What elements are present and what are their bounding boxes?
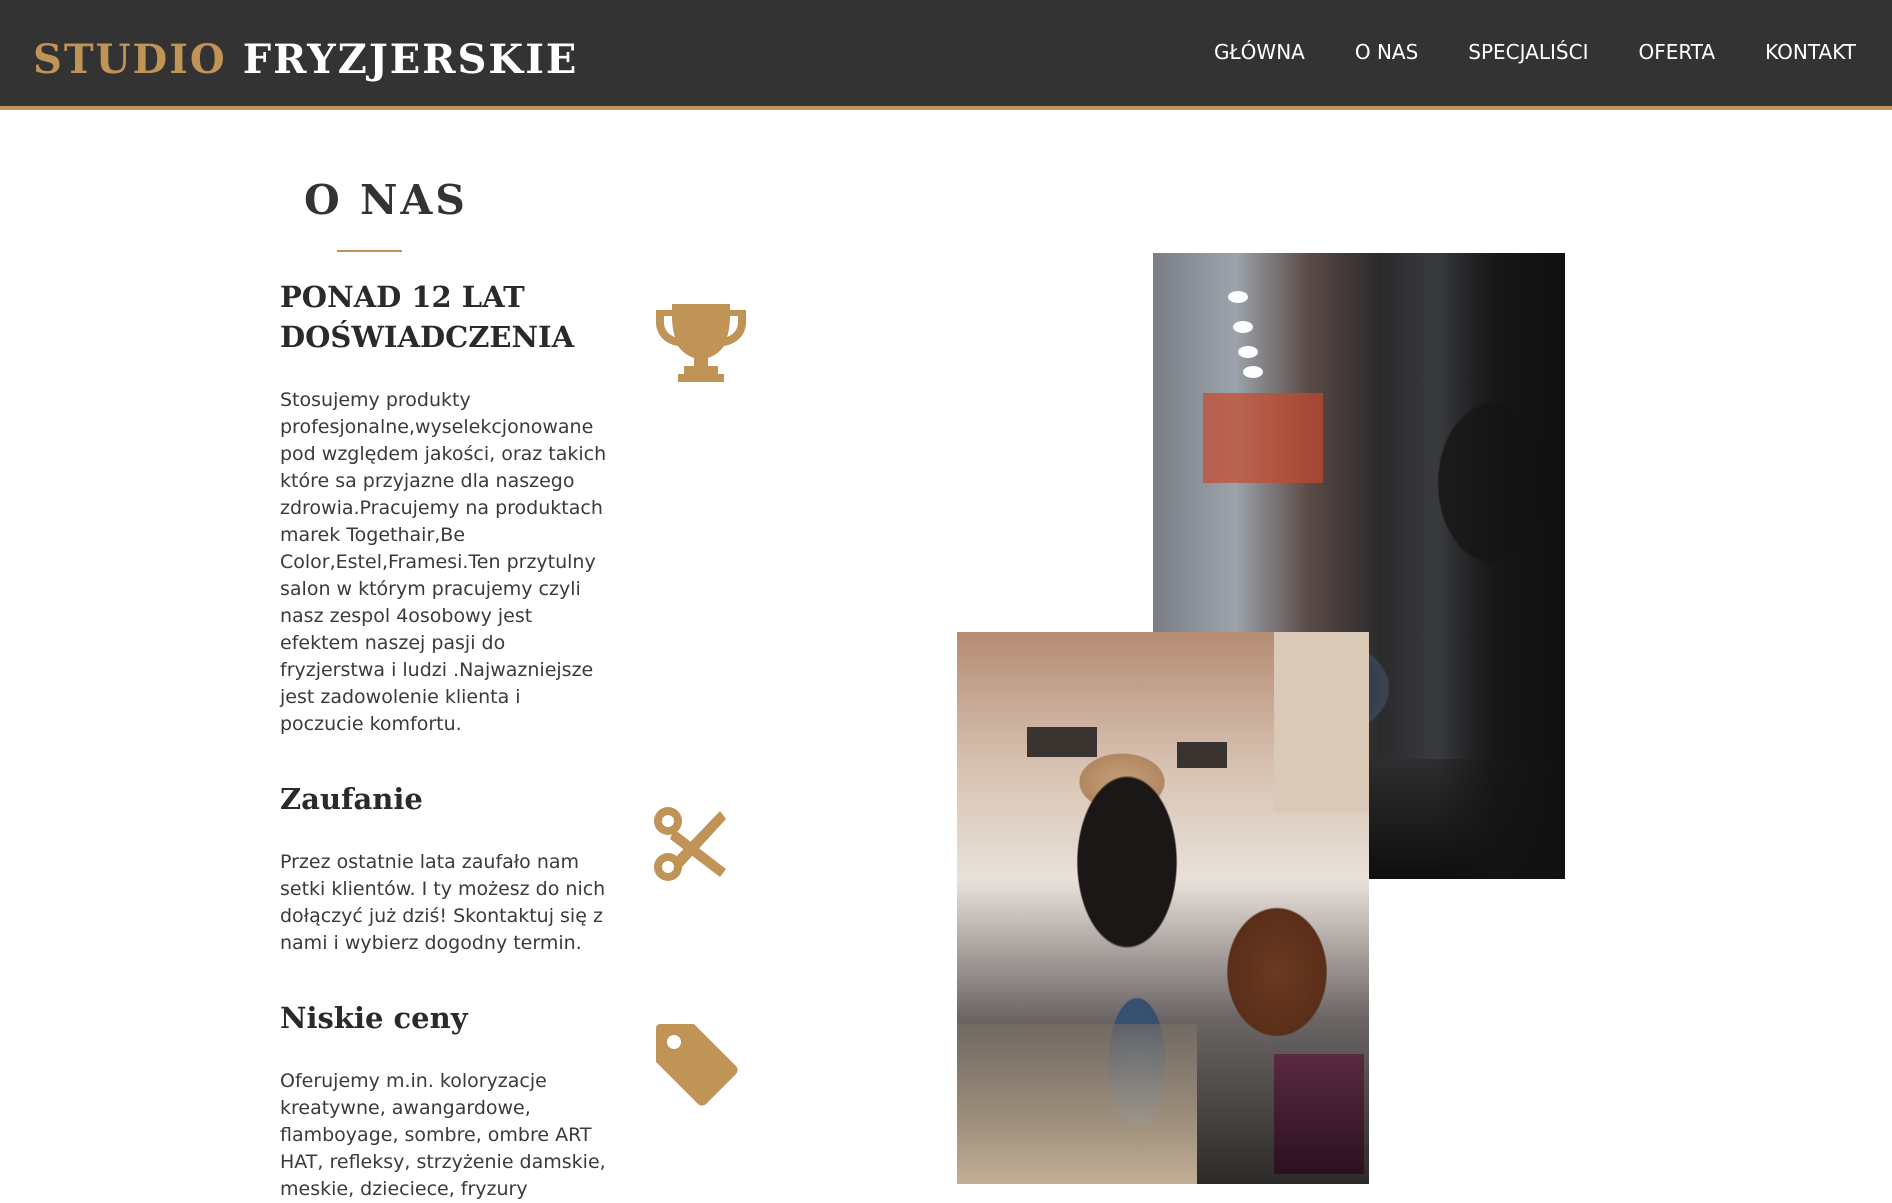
nav-item-kontakt[interactable]: KONTAKT	[1765, 36, 1856, 68]
site-logo[interactable]: STUDIO FRYZJERSKIE	[33, 30, 578, 90]
feature-trust: Zaufanie Przez ostatnie lata zaufało nam…	[280, 779, 620, 957]
nav-item-specjalisci[interactable]: SPECJALIŚCI	[1468, 36, 1588, 68]
logo-fryzjerskie: FRYZJERSKIE	[242, 36, 579, 83]
photo-detail	[1027, 727, 1097, 757]
nav-item-o-nas[interactable]: O NAS	[1355, 36, 1418, 68]
site-header: STUDIO FRYZJERSKIE GŁÓWNA O NAS SPECJALI…	[0, 0, 1892, 110]
feature-title: Niskie ceny	[280, 1001, 468, 1035]
title-underline	[337, 250, 402, 252]
photo-detail	[1274, 632, 1369, 812]
main-nav: GŁÓWNA O NAS SPECJALIŚCI OFERTA KONTAKT	[1214, 36, 1856, 68]
scissors-icon	[654, 807, 728, 881]
photo-detail	[1233, 321, 1253, 333]
photo-detail	[1243, 366, 1263, 378]
nav-item-glowna[interactable]: GŁÓWNA	[1214, 36, 1305, 68]
trophy-icon	[654, 300, 748, 384]
feature-text: Przez ostatnie lata zaufało nam setki kl…	[280, 851, 606, 954]
photo-detail	[1238, 346, 1258, 358]
photo-detail	[1435, 253, 1565, 879]
logo-studio: STUDIO	[33, 36, 227, 83]
photo-detail	[957, 1024, 1197, 1184]
feature-low-prices: Niskie ceny Oferujemy m.in. koloryzacje …	[280, 998, 620, 1203]
feature-text: Stosujemy produkty profesjonalne,wyselek…	[280, 389, 607, 735]
feature-title: Zaufanie	[280, 782, 423, 816]
photo-detail	[1177, 742, 1227, 768]
feature-title: PONAD 12 LAT DOŚWIADCZENIA	[280, 280, 575, 354]
nav-item-oferta[interactable]: OFERTA	[1638, 36, 1715, 68]
photo-detail	[1274, 1054, 1364, 1174]
tag-icon	[654, 1022, 738, 1106]
feature-experience: PONAD 12 LAT DOŚWIADCZENIA Stosujemy pro…	[280, 277, 620, 738]
photo-detail	[1228, 291, 1248, 303]
about-section-title: O NAS	[304, 176, 468, 224]
salon-photo	[957, 632, 1369, 1184]
photo-detail	[1203, 393, 1323, 483]
feature-text: Oferujemy m.in. koloryzacje kreatywne, a…	[280, 1070, 606, 1200]
